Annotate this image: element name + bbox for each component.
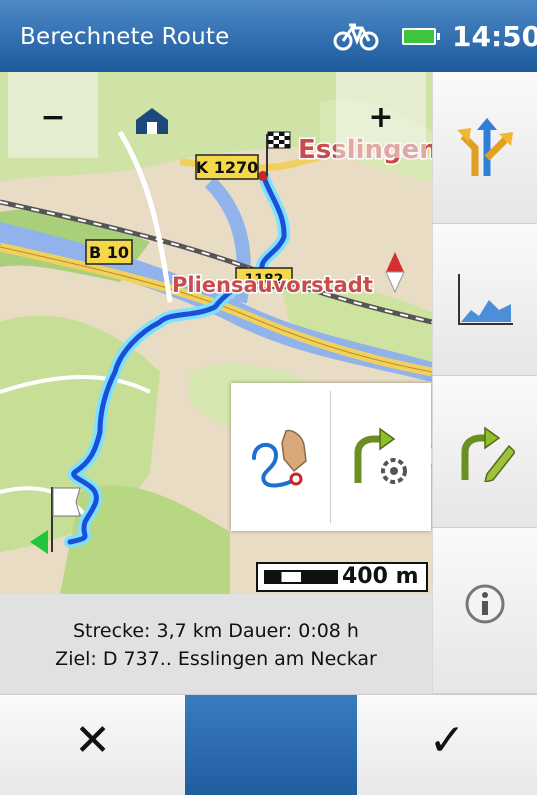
clock: 14:50	[452, 20, 537, 53]
status-bar: Berechnete Route 14:50	[0, 0, 537, 72]
cancel-icon: ✕	[74, 715, 111, 766]
screen-title: Berechnete Route	[20, 24, 230, 50]
edit-route-button[interactable]	[432, 376, 537, 528]
bicycle-icon	[333, 23, 379, 51]
sidebar	[432, 72, 537, 694]
route-settings-button[interactable]	[331, 383, 431, 531]
route-destination: Ziel: D 737.. Esslingen am Neckar	[55, 648, 377, 670]
route-edit-popup	[231, 383, 431, 531]
place-label-pliensauvorstadt: Pliensauvorstadt	[172, 273, 373, 297]
confirm-button[interactable]: ✓	[357, 695, 537, 795]
road-shield-k1270: K 1270	[196, 158, 259, 177]
confirm-icon: ✓	[428, 715, 466, 766]
info-icon	[465, 584, 505, 624]
route-settings-icon	[354, 427, 407, 484]
bottom-action-bar: ✕ ✓	[0, 694, 537, 795]
draw-route-button[interactable]	[231, 383, 331, 531]
zoom-out-label: −	[40, 100, 66, 135]
zoom-in-label: +	[368, 100, 394, 135]
cancel-button[interactable]: ✕	[0, 695, 185, 795]
scale-graphic	[264, 570, 338, 584]
map-scale-bar: 400 m	[256, 562, 428, 592]
route-options-button[interactable]	[432, 72, 537, 224]
route-options-icon	[457, 118, 513, 176]
app-screen: Berechnete Route 14:50 K 1270 B 10 1182 …	[0, 0, 537, 795]
middle-button[interactable]	[185, 695, 357, 795]
route-info-panel: Strecke: 3,7 km Dauer: 0:08 h Ziel: D 73…	[0, 594, 432, 694]
zoom-out-button[interactable]: −	[8, 72, 98, 158]
draw-route-icon	[252, 429, 307, 488]
elevation-profile-icon	[458, 274, 513, 325]
elevation-profile-button[interactable]	[432, 224, 537, 376]
route-distance-duration: Strecke: 3,7 km Dauer: 0:08 h	[73, 620, 359, 642]
scale-label: 400 m	[342, 564, 419, 589]
zoom-in-button[interactable]: +	[336, 72, 426, 158]
battery-icon	[402, 28, 440, 45]
edit-route-icon	[461, 426, 515, 482]
road-shield-b10: B 10	[89, 243, 129, 262]
info-button[interactable]	[432, 528, 537, 694]
